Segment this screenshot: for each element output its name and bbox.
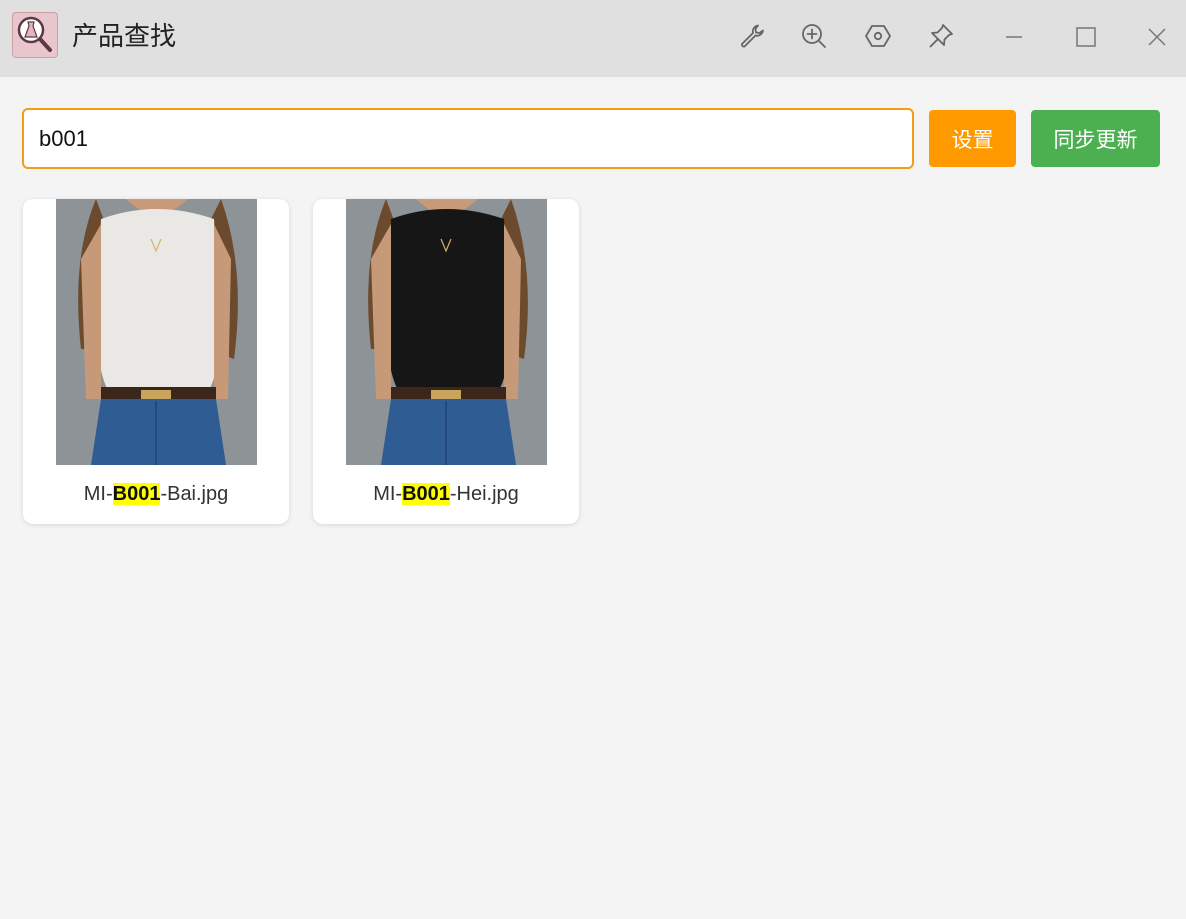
highlight-match: B001 [112, 483, 161, 505]
hexagon-settings-icon[interactable] [862, 20, 894, 52]
app-title: 产品查找 [72, 22, 177, 52]
settings-button[interactable]: 设置 [929, 110, 1016, 167]
product-image [346, 199, 547, 465]
file-name: MI-B001-Bai.jpg [83, 483, 229, 505]
maximize-icon[interactable] [1069, 20, 1101, 52]
file-name: MI-B001-Hei.jpg [373, 483, 519, 505]
result-card[interactable]: MI-B001-Bai.jpg [23, 199, 289, 524]
title-bar: 产品查找 [0, 0, 1186, 77]
pin-icon[interactable] [925, 20, 957, 52]
wrench-icon[interactable] [736, 20, 768, 52]
app-logo-icon [12, 12, 58, 58]
sync-update-button[interactable]: 同步更新 [1031, 110, 1160, 167]
zoom-in-icon[interactable] [798, 20, 830, 52]
highlight-match: B001 [402, 483, 450, 505]
close-icon[interactable] [1140, 20, 1172, 52]
product-image [56, 199, 257, 465]
search-input[interactable] [24, 110, 912, 167]
result-card[interactable]: MI-B001-Hei.jpg [313, 199, 579, 524]
minimize-icon[interactable] [997, 20, 1029, 52]
search-box [22, 108, 914, 169]
